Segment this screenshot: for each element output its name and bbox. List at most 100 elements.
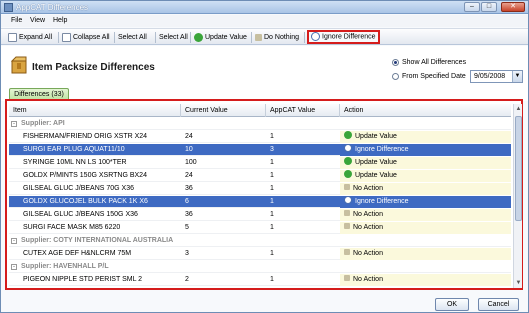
collapse-all-button[interactable]: Collapse All xyxy=(62,32,110,43)
cell-appcat: 1 xyxy=(270,224,274,231)
title-bar: AppCAT Differences – □ ✕ xyxy=(1,1,528,14)
cell-current: 24 xyxy=(185,133,193,140)
scroll-thumb[interactable] xyxy=(515,116,522,221)
cell-appcat: 1 xyxy=(270,211,274,218)
collapse-icon[interactable]: - xyxy=(11,121,17,127)
action-label: No Action xyxy=(353,276,383,283)
page-title: Item Packsize Differences xyxy=(32,62,155,73)
cell-appcat: 1 xyxy=(270,159,274,166)
scroll-down-icon[interactable]: ▼ xyxy=(515,279,522,287)
toolbar-separator xyxy=(114,32,115,43)
cell-item: GOLDX GLUCOJEL BULK PACK 1K X6 xyxy=(23,198,148,205)
action-label: Update Value xyxy=(355,133,397,140)
table-row[interactable]: GOLDX P/MINTS 150G XSRTNG BX24 24 1 Update … xyxy=(9,170,511,182)
column-header-appcat[interactable]: AppCAT Value xyxy=(266,104,340,117)
do-nothing-label: Do Nothing xyxy=(264,34,300,41)
show-all-label[interactable]: Show All Differences xyxy=(402,59,466,66)
ignore-difference-label: Ignore Difference xyxy=(322,33,376,41)
menu-help[interactable]: Help xyxy=(53,17,67,24)
from-date-radio[interactable] xyxy=(392,73,399,80)
maximize-button[interactable]: □ xyxy=(481,2,497,12)
column-header-item[interactable]: Item xyxy=(9,104,181,117)
group-label: Supplier: COTY INTERNATIONAL AUSTRALIA xyxy=(21,237,174,244)
cell-action[interactable]: No Action xyxy=(340,248,511,260)
show-all-radio[interactable] xyxy=(392,59,399,66)
ok-button[interactable]: OK xyxy=(435,298,469,311)
ignore-icon xyxy=(344,144,352,153)
cell-action[interactable]: Update Value xyxy=(340,157,511,169)
cell-action[interactable]: Update Value xyxy=(340,170,511,182)
cell-action[interactable]: Update Value xyxy=(340,131,511,143)
vertical-scrollbar[interactable]: ▲ ▼ xyxy=(513,104,522,288)
chevron-down-icon[interactable]: ▼ xyxy=(512,71,522,82)
ignore-difference-button[interactable]: Ignore Difference xyxy=(307,30,380,44)
noaction-icon xyxy=(344,184,350,191)
ignore-icon xyxy=(344,196,352,205)
app-window: AppCAT Differences – □ ✕ File View Help … xyxy=(0,0,529,313)
group-label: Supplier: API xyxy=(21,120,65,127)
action-label: No Action xyxy=(353,224,383,231)
cancel-button[interactable]: Cancel xyxy=(478,298,519,311)
update-value-button[interactable]: Update Value xyxy=(194,32,247,43)
cell-appcat: 1 xyxy=(270,276,274,283)
table-row[interactable]: PIGEON NIPPLE STD PERIST SML 2 2 1 No Actio… xyxy=(9,274,511,286)
cell-item: SURGI FACE MASK M85 6220 xyxy=(23,224,121,231)
group-row[interactable]: -Supplier: SIGMA xyxy=(9,287,511,288)
table-row[interactable]: GILSEAL GLUC J/BEANS 150G X36 36 1 No Actio… xyxy=(9,209,511,221)
cell-action[interactable]: Ignore Difference xyxy=(340,196,511,208)
cell-item: GOLDX P/MINTS 150G XSRTNG BX24 xyxy=(23,172,147,179)
action-label: Update Value xyxy=(355,159,397,166)
table-row[interactable]: GILSEAL GLUC J/BEANS 70G X36 36 1 No Action xyxy=(9,183,511,195)
menu-view[interactable]: View xyxy=(30,17,45,24)
cell-current: 2 xyxy=(185,276,189,283)
cell-item: GILSEAL GLUC J/BEANS 70G X36 xyxy=(23,185,135,192)
minimize-button[interactable]: – xyxy=(464,2,480,12)
table-row[interactable]: GOLDX GLUCOJEL BULK PACK 1K X6 6 1 Ignore D… xyxy=(9,196,511,208)
update-icon xyxy=(344,131,352,140)
cell-action[interactable]: No Action xyxy=(340,222,511,234)
update-icon xyxy=(344,170,352,179)
table-row[interactable]: SURGI EAR PLUG AQUAT11/10 10 3 Ignore Diffe… xyxy=(9,144,511,156)
menu-file[interactable]: File xyxy=(11,17,22,24)
do-nothing-button[interactable]: Do Nothing xyxy=(255,32,299,43)
date-value: 9/05/2008 xyxy=(474,73,506,80)
select-all-label-2: Select All xyxy=(159,34,188,41)
collapse-icon[interactable]: - xyxy=(11,238,17,244)
action-label: No Action xyxy=(353,211,383,218)
table-row[interactable]: SYRINGE 10ML NN LS 100*TER 100 1 Update Val… xyxy=(9,157,511,169)
column-header-current[interactable]: Current Value xyxy=(181,104,266,117)
column-header-action[interactable]: Action xyxy=(340,104,511,117)
from-date-label[interactable]: From Specified Date xyxy=(402,73,466,80)
cell-item: SURGI EAR PLUG AQUAT11/10 xyxy=(23,146,125,153)
update-icon xyxy=(344,157,352,166)
group-row[interactable]: - Supplier: API xyxy=(9,118,511,130)
action-label: No Action xyxy=(353,250,383,257)
table-row[interactable]: FISHERMAN/FRIEND ORIG XSTR X24 24 1 Update … xyxy=(9,131,511,143)
cell-current: 3 xyxy=(185,250,189,257)
cell-appcat: 1 xyxy=(270,198,274,205)
cell-current: 10 xyxy=(185,146,193,153)
cell-action[interactable]: No Action xyxy=(340,209,511,221)
expand-all-button[interactable]: Expand All xyxy=(8,32,52,43)
table-row[interactable]: CUTEX AGE DEF H&NLCRM 75M 3 1 No Action xyxy=(9,248,511,260)
action-label: Update Value xyxy=(355,172,397,179)
info-icon xyxy=(311,32,320,41)
select-all-button-2[interactable]: Select All xyxy=(159,32,188,43)
check-icon xyxy=(194,32,203,42)
cell-item: GILSEAL GLUC J/BEANS 150G X36 xyxy=(23,211,138,218)
select-all-button-1[interactable]: Select All xyxy=(118,32,147,43)
collapse-icon[interactable]: - xyxy=(11,264,17,270)
group-row[interactable]: - Supplier: COTY INTERNATIONAL AUSTRALIA xyxy=(9,235,511,247)
noaction-icon xyxy=(344,249,350,256)
table-row[interactable]: SURGI FACE MASK M85 6220 5 1 No Action xyxy=(9,222,511,234)
group-row[interactable]: - Supplier: HAVENHALL P/L xyxy=(9,261,511,273)
toolbar-separator xyxy=(251,32,252,43)
date-input[interactable]: 9/05/2008 ▼ xyxy=(470,70,523,83)
cell-action[interactable]: No Action xyxy=(340,274,511,286)
cell-action[interactable]: Ignore Difference xyxy=(340,144,511,156)
scroll-up-icon[interactable]: ▲ xyxy=(515,105,522,113)
close-button[interactable]: ✕ xyxy=(501,2,525,12)
expand-icon xyxy=(8,32,17,42)
noaction-icon xyxy=(344,223,350,230)
cell-action[interactable]: No Action xyxy=(340,183,511,195)
